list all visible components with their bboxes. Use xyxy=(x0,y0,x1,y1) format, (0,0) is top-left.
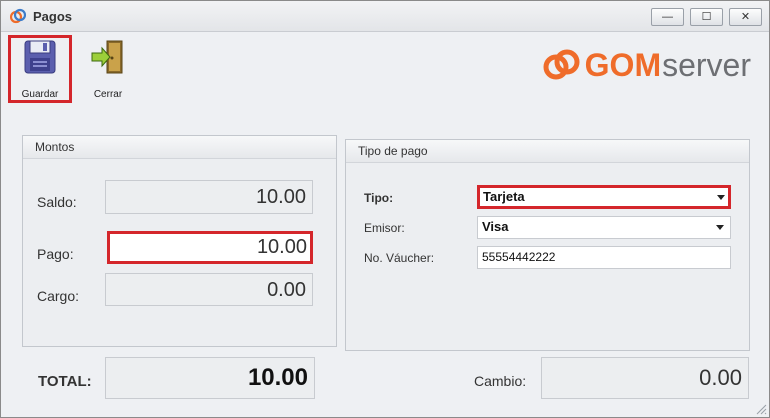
app-logo-icon xyxy=(10,8,26,24)
cargo-label: Cargo: xyxy=(37,288,80,304)
exit-door-icon xyxy=(91,40,123,74)
total-label: TOTAL: xyxy=(38,373,92,390)
cambio-label: Cambio: xyxy=(474,373,527,389)
payments-window: Pagos — ☐ ✕ Guardar Cerrar GOM server Mo… xyxy=(0,0,770,418)
logo-server-text: server xyxy=(662,46,751,83)
resize-grip-icon[interactable] xyxy=(755,403,767,415)
dropdown-arrow-icon xyxy=(717,195,725,200)
tipo-value: Tarjeta xyxy=(483,189,525,204)
logo-gom-text: GOM xyxy=(584,46,662,83)
saldo-field: 10.00 xyxy=(105,180,313,214)
saldo-label: Saldo: xyxy=(37,194,77,210)
close-label: Cerrar xyxy=(93,89,123,100)
montos-panel: Montos Saldo: 10.00 Pago: 10.00 Cargo: 0… xyxy=(22,135,337,347)
emisor-label: Emisor: xyxy=(364,221,405,235)
tipo-pago-heading: Tipo de pago xyxy=(358,144,428,158)
close-form-button[interactable]: Cerrar xyxy=(78,35,138,103)
tipo-pago-panel: Tipo de pago Tipo: Tarjeta Emisor: Visa … xyxy=(345,139,750,351)
vaucher-label: No. Váucher: xyxy=(364,251,435,265)
tipo-select[interactable]: Tarjeta xyxy=(477,185,731,209)
title-bar[interactable]: Pagos — ☐ ✕ xyxy=(1,1,769,32)
pago-label: Pago: xyxy=(37,246,74,262)
total-field: 10.00 xyxy=(105,357,315,399)
close-button[interactable]: ✕ xyxy=(729,8,762,26)
montos-heading: Montos xyxy=(35,140,75,154)
cambio-field: 0.00 xyxy=(541,357,749,399)
maximize-button[interactable]: ☐ xyxy=(690,8,723,26)
tipo-pago-header: Tipo de pago xyxy=(346,140,749,163)
save-button[interactable]: Guardar xyxy=(8,35,72,103)
save-label: Guardar xyxy=(21,89,59,100)
emisor-value: Visa xyxy=(482,219,509,234)
minimize-button[interactable]: — xyxy=(651,8,684,26)
window-title: Pagos xyxy=(33,9,73,24)
dropdown-arrow-icon xyxy=(716,225,724,230)
brand-logo-icon xyxy=(543,49,580,80)
vaucher-input[interactable]: 55554442222 xyxy=(477,246,731,269)
pago-input[interactable]: 10.00 xyxy=(107,231,313,264)
emisor-select[interactable]: Visa xyxy=(477,216,731,239)
floppy-disk-icon xyxy=(24,40,56,74)
gomserver-logo: GOM server xyxy=(543,45,751,85)
montos-header: Montos xyxy=(23,136,336,159)
cargo-field[interactable]: 0.00 xyxy=(105,273,313,306)
tipo-label: Tipo: xyxy=(364,191,394,205)
